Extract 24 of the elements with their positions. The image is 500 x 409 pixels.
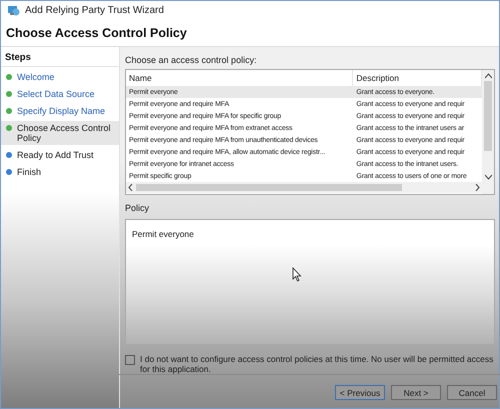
scroll-left-icon[interactable] xyxy=(128,184,133,191)
wizard-button[interactable]: < Previous xyxy=(335,385,385,400)
wizard-icon xyxy=(7,4,20,16)
vertical-scrollbar[interactable] xyxy=(482,70,494,194)
step-item[interactable]: Welcome xyxy=(1,70,119,84)
window-title: Add Relying Party Trust Wizard xyxy=(25,4,164,16)
policy-text-box: Permit everyone xyxy=(125,219,495,345)
wizard-button[interactable]: Next > xyxy=(391,385,441,400)
step-item[interactable]: Select Data Source xyxy=(1,87,119,101)
step-item[interactable]: Finish xyxy=(1,165,119,179)
steps-title: Steps xyxy=(1,49,119,67)
wizard-button[interactable]: Cancel xyxy=(447,385,497,400)
step-item[interactable]: Specify Display Name xyxy=(1,104,119,118)
horizontal-scrollbar[interactable] xyxy=(126,182,482,193)
scroll-right-icon[interactable] xyxy=(475,184,480,191)
opt-out-checkbox[interactable]: I do not want to configure access control policies at this time. No user will be permitted access for this application. xyxy=(125,354,495,374)
step-item[interactable]: Choose Access Control Policy xyxy=(1,121,119,145)
list-label: Choose an access control policy: xyxy=(125,55,258,65)
step-item[interactable]: Ready to Add Trust xyxy=(1,148,119,162)
scroll-up-icon[interactable] xyxy=(484,73,492,79)
policy-label: Policy xyxy=(125,203,150,213)
mouse-pointer-icon xyxy=(292,267,302,282)
page-title: Choose Access Control Policy xyxy=(6,26,187,40)
scroll-down-icon[interactable] xyxy=(484,174,492,180)
